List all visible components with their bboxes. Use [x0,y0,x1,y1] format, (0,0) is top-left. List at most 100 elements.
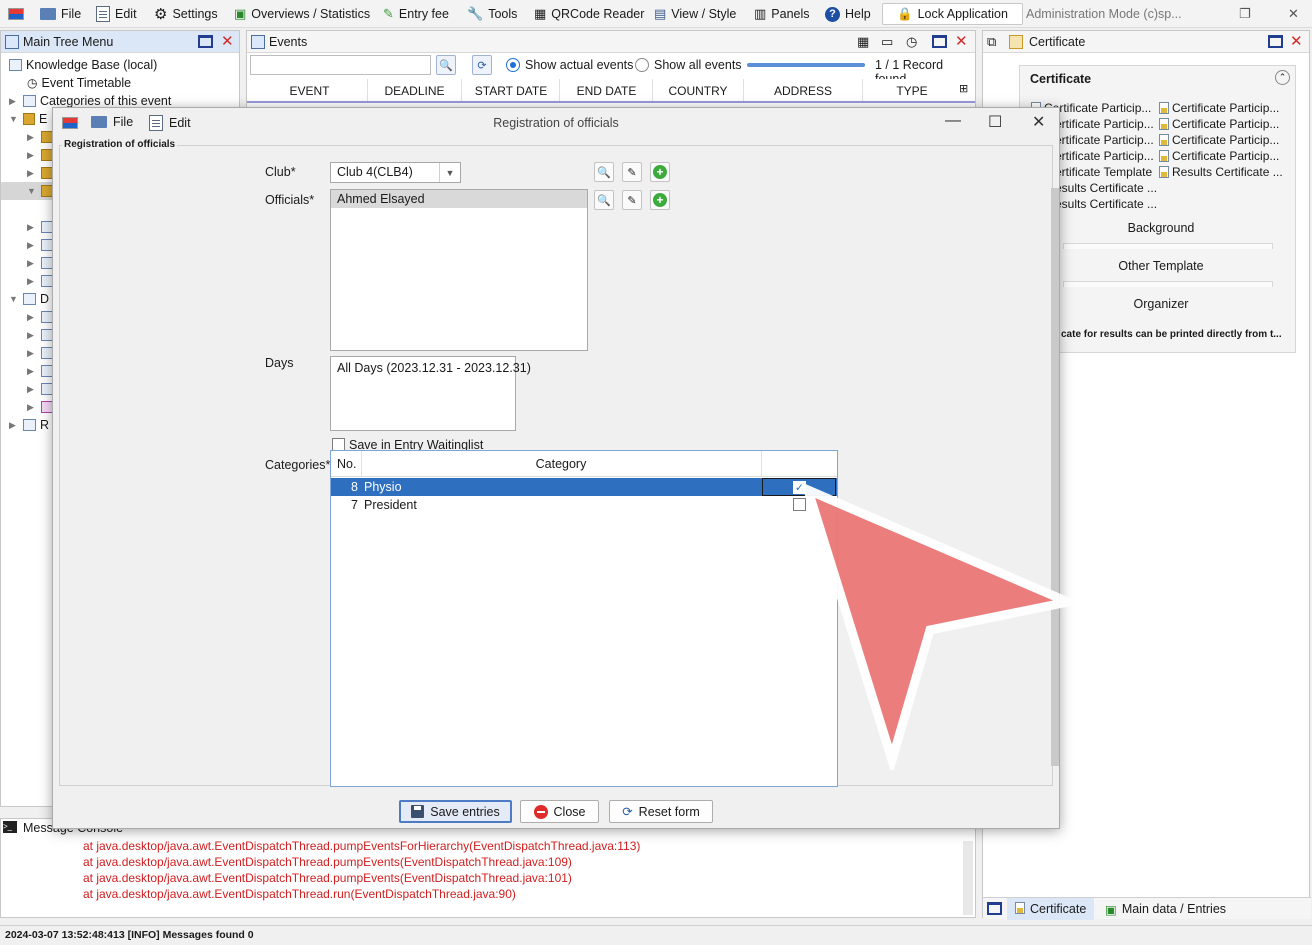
tab-certificate[interactable]: Certificate [1007,898,1095,920]
reset-form-button[interactable]: ⟳ Reset form [609,800,713,823]
minimize-icon[interactable]: — [945,112,961,130]
tree-item[interactable]: ▶ [27,272,54,290]
collapse-icon[interactable]: ⌃ [1275,70,1290,85]
chevron-down-icon[interactable]: ▼ [439,163,460,182]
tree-item[interactable]: ▶ [27,236,54,254]
menu-entry-fee[interactable]: ✎ Entry fee [383,4,449,24]
col-no[interactable]: No. [337,457,356,471]
menu-tools[interactable]: 🔧 Tools [467,4,517,24]
maximize-icon[interactable] [932,35,947,48]
tree-item-events[interactable]: ▼ E [9,110,47,128]
tree-item-d[interactable]: ▼ D [9,290,49,308]
tree-item[interactable]: ▶ [27,344,54,362]
club-edit-button[interactable]: ✎ [622,162,642,182]
refresh-button[interactable]: ⟳ [472,55,492,75]
tab-main-data-entries[interactable]: ▣ Main data / Entries [1097,898,1234,920]
tree-item[interactable]: ▶ [27,254,54,272]
background-field[interactable] [1063,243,1273,249]
events-search-input[interactable] [250,55,431,75]
row-category: Physio [364,480,402,494]
col-start-date[interactable]: START DATE [461,84,561,98]
radio-all-events[interactable]: Show all events [635,58,742,72]
col-country[interactable]: COUNTRY [652,84,744,98]
close-icon[interactable]: ✕ [1032,112,1045,132]
tree-item[interactable]: ▶ [27,398,54,416]
cert-item[interactable]: ertificate Particip... [1055,117,1154,131]
menu-edit[interactable]: Edit [96,4,137,24]
overview-icon: ▣ [234,6,247,21]
folder-open-icon[interactable]: ▭ [881,34,893,50]
restore-icon[interactable]: ❐ [1239,6,1251,22]
officials-search-button[interactable]: 🔍 [594,190,614,210]
cert-item[interactable]: Results Certificate ... [1159,165,1283,179]
col-deadline[interactable]: DEADLINE [367,84,462,98]
edit-table-icon[interactable]: ▦ [857,34,869,50]
club-add-button[interactable]: + [650,162,670,182]
col-address[interactable]: ADDRESS [743,84,863,98]
menu-view-style[interactable]: ▤ View / Style [654,4,736,24]
officials-edit-button[interactable]: ✎ [622,190,642,210]
tree-item-r[interactable]: ▶ R [9,416,49,434]
collapse-icon[interactable]: ▼ [9,114,19,124]
tree-item[interactable]: ▶ [27,308,54,326]
menu-panels[interactable]: ▥ Panels [754,4,810,24]
tree-item[interactable]: ▶ [27,218,54,236]
list-item[interactable]: All Days (2023.12.31 - 2023.12.31) [337,361,531,375]
table-row[interactable]: 7 President [331,496,837,514]
maximize-icon[interactable] [198,35,213,48]
days-list[interactable]: All Days (2023.12.31 - 2023.12.31) [330,356,531,431]
cert-item[interactable]: Certificate Particip... [1159,149,1279,163]
lock-application-button[interactable]: 🔒 Lock Application [882,3,1023,25]
tree-item-knowledge-base[interactable]: Knowledge Base (local) [9,56,157,74]
menu-file[interactable]: File [40,4,81,24]
cert-item[interactable]: ertificate Particip... [1055,133,1154,147]
close-icon[interactable]: ✕ [955,32,968,50]
close-icon[interactable]: ✕ [221,32,234,50]
menu-settings[interactable]: ⚙ Settings [154,4,218,24]
tree-item-event-timetable[interactable]: ◷ Event Timetable [27,74,131,92]
cert-item[interactable]: ertificate Template [1055,165,1152,179]
clock-icon[interactable]: ◷ [906,34,917,50]
other-template-field[interactable] [1063,281,1273,287]
col-category[interactable]: Category [361,457,761,471]
save-entries-button[interactable]: Save entries [399,800,512,823]
officials-list[interactable]: Ahmed Elsayed [330,189,588,351]
cert-item[interactable]: esults Certificate ... [1055,197,1157,211]
list-item[interactable]: Ahmed Elsayed [331,190,587,208]
tree-item[interactable]: ▶ [27,128,53,146]
tree-item[interactable]: ▶ [27,146,53,164]
expand-icon[interactable]: ▶ [9,96,19,107]
col-type[interactable]: TYPE [862,84,962,98]
officials-add-button[interactable]: + [650,190,670,210]
cert-item[interactable]: esults Certificate ... [1055,181,1157,195]
close-icon[interactable]: ✕ [1290,32,1303,50]
search-button[interactable]: 🔍 [436,55,456,75]
maximize-icon[interactable]: ☐ [988,112,1002,132]
maximize-icon[interactable] [987,902,1002,915]
menu-help[interactable]: ? Help [825,4,871,24]
menu-qrcode-reader[interactable]: ▦ QRCode Reader [534,4,644,24]
radio-actual-events[interactable]: Show actual events [506,58,633,72]
close-button[interactable]: Close [520,800,599,823]
menu-overviews[interactable]: ▣ Overviews / Statistics [234,4,370,24]
cert-item[interactable]: Certificate Particip... [1159,133,1279,147]
maximize-icon[interactable] [1268,35,1283,48]
club-select[interactable]: Club 4(CLB4) ▼ [330,162,461,183]
table-row[interactable]: 8 Physio ✓ [331,478,837,496]
col-end-date[interactable]: END DATE [559,84,654,98]
col-event[interactable]: EVENT [267,84,352,98]
categories-table[interactable]: No. Category 8 Physio ✓ 7 President [330,450,838,787]
tree-item[interactable]: ▶ [27,164,53,182]
console-scrollbar[interactable] [963,841,973,915]
tree-item[interactable]: ▶ [27,326,54,344]
copy-icon[interactable]: ⧉ [987,34,996,50]
cert-item[interactable]: ertificate Particip... [1055,149,1154,163]
close-icon[interactable]: ✕ [1288,6,1299,22]
column-chooser-icon[interactable]: ⊞ [959,82,968,95]
cert-item[interactable]: Certificate Particip... [1159,117,1279,131]
search-icon: 🔍 [597,194,611,207]
cert-item[interactable]: Certificate Particip... [1159,101,1279,115]
tree-item[interactable]: ▶ [27,380,54,398]
club-search-button[interactable]: 🔍 [594,162,614,182]
tree-item[interactable]: ▶ [27,362,54,380]
